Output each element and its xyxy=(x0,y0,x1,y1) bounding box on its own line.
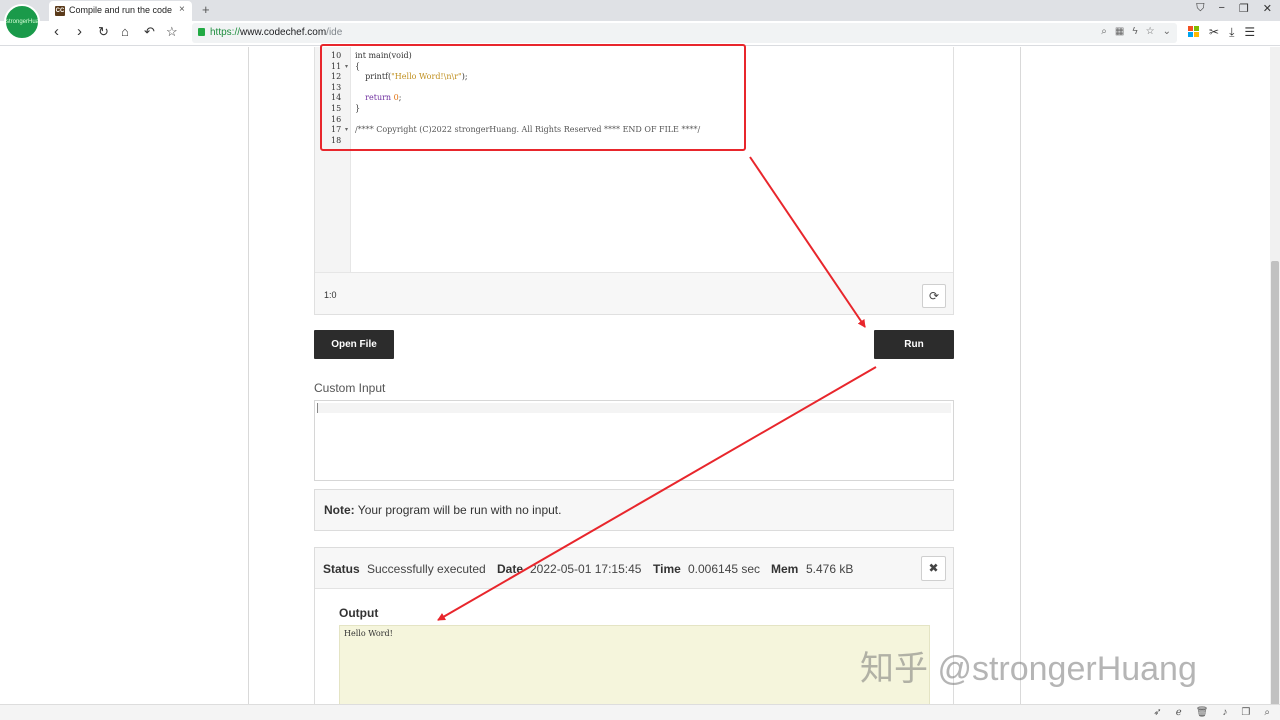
tab-title: Compile and run the code xyxy=(69,5,173,15)
restore-button[interactable]: ❐ xyxy=(1239,2,1249,15)
bookmark-star-icon[interactable]: ☆ xyxy=(166,24,178,40)
output-box: Hello Word! xyxy=(339,625,930,704)
tab-bar: CC Compile and run the code × + ⛉ − ❐ ✕ xyxy=(0,0,1280,21)
custom-input-field[interactable] xyxy=(314,400,954,481)
time-label: Time xyxy=(653,562,681,576)
minimize-button[interactable]: − xyxy=(1218,2,1224,15)
lock-icon xyxy=(198,28,205,36)
chevron-down-icon[interactable]: ⌄ xyxy=(1163,26,1171,37)
code-highlight-box xyxy=(320,44,746,151)
back-icon[interactable]: ‹ xyxy=(54,23,59,40)
execution-status-panel: Status Successfully executed Date 2022-0… xyxy=(314,547,954,704)
address-bar[interactable]: https://www.codechef.com/ide ⌕ ▦ ϟ ☆ ⌄ xyxy=(192,23,1177,43)
refresh-icon[interactable]: ⟳ xyxy=(922,284,946,308)
codechef-favicon-icon: CC xyxy=(55,6,65,16)
shirt-icon[interactable]: ⛉ xyxy=(1196,2,1204,15)
browser-tab[interactable]: CC Compile and run the code × xyxy=(49,1,192,21)
close-status-icon[interactable]: ✖ xyxy=(921,556,946,581)
undo-icon[interactable]: ↶ xyxy=(144,24,155,40)
home-icon[interactable]: ⌂ xyxy=(121,24,129,39)
search-icon[interactable]: ⌕ xyxy=(1264,707,1270,718)
mem-value: 5.476 kB xyxy=(806,562,854,576)
date-value: 2022-05-01 17:15:45 xyxy=(530,562,642,576)
rocket-icon[interactable]: ➶ xyxy=(1153,707,1161,718)
lightning-icon[interactable]: ϟ xyxy=(1132,26,1137,37)
cursor-position: 1:0 xyxy=(324,290,337,300)
tray-icons: ➶ ℯ 🗑 ♪ ❐ ⌕ xyxy=(1153,707,1270,718)
reload-icon[interactable]: ↻ xyxy=(98,24,109,40)
status-header: Status Successfully executed Date 2022-0… xyxy=(315,548,953,589)
forward-icon[interactable]: › xyxy=(77,23,82,40)
output-label: Output xyxy=(339,606,379,620)
zoom-icon[interactable]: ⌕ xyxy=(1101,26,1107,37)
tab-close-icon[interactable]: × xyxy=(179,4,185,15)
custom-input-label: Custom Input xyxy=(314,381,386,395)
window-icon[interactable]: ❐ xyxy=(1241,707,1250,718)
page-scrollbar[interactable] xyxy=(1270,47,1280,711)
note-text: Your program will be run with no input. xyxy=(354,503,562,517)
status-label: Status xyxy=(323,562,360,576)
open-file-button[interactable]: Open File xyxy=(314,330,394,359)
url-text[interactable]: https://www.codechef.com/ide xyxy=(210,27,342,38)
browser-toolbar: ‹ › ↻ ⌂ ↶ ☆ https://www.codechef.com/ide… xyxy=(0,21,1280,46)
note-label: Note: xyxy=(324,503,355,517)
apps-grid-icon[interactable] xyxy=(1188,26,1199,37)
input-cursor-line xyxy=(317,403,951,413)
editor-footer: 1:0 ⟳ xyxy=(315,272,953,314)
run-button[interactable]: Run xyxy=(874,330,954,359)
speaker-icon[interactable]: ♪ xyxy=(1222,707,1227,718)
window-controls: ⛉ − ❐ ✕ xyxy=(1196,2,1272,15)
scissors-icon[interactable]: ✂ xyxy=(1209,25,1219,40)
menu-icon[interactable]: ☰ xyxy=(1244,25,1255,40)
extension-icons: ✂ ⤓ ☰ xyxy=(1188,25,1255,40)
address-icons: ⌕ ▦ ϟ ☆ ⌄ xyxy=(1101,26,1171,37)
status-bar: ➶ ℯ 🗑 ♪ ❐ ⌕ xyxy=(0,704,1280,720)
note-box: Note: Your program will be run with no i… xyxy=(314,489,954,531)
mem-label: Mem xyxy=(771,562,799,576)
favorite-star-icon[interactable]: ☆ xyxy=(1146,26,1155,37)
ie-icon[interactable]: ℯ xyxy=(1176,707,1182,718)
qr-icon[interactable]: ▦ xyxy=(1115,26,1124,37)
watermark: 知乎 @strongerHuang xyxy=(860,650,1197,688)
scrollbar-thumb[interactable] xyxy=(1271,261,1279,711)
avatar: strongerHuang xyxy=(4,4,40,40)
trash-icon[interactable]: 🗑 xyxy=(1196,707,1209,718)
close-window-button[interactable]: ✕ xyxy=(1263,2,1272,15)
date-label: Date xyxy=(497,562,524,576)
status-value: Successfully executed xyxy=(367,562,486,576)
time-value: 0.006145 sec xyxy=(688,562,761,576)
download-icon[interactable]: ⤓ xyxy=(1229,25,1234,40)
new-tab-button[interactable]: + xyxy=(202,2,210,17)
